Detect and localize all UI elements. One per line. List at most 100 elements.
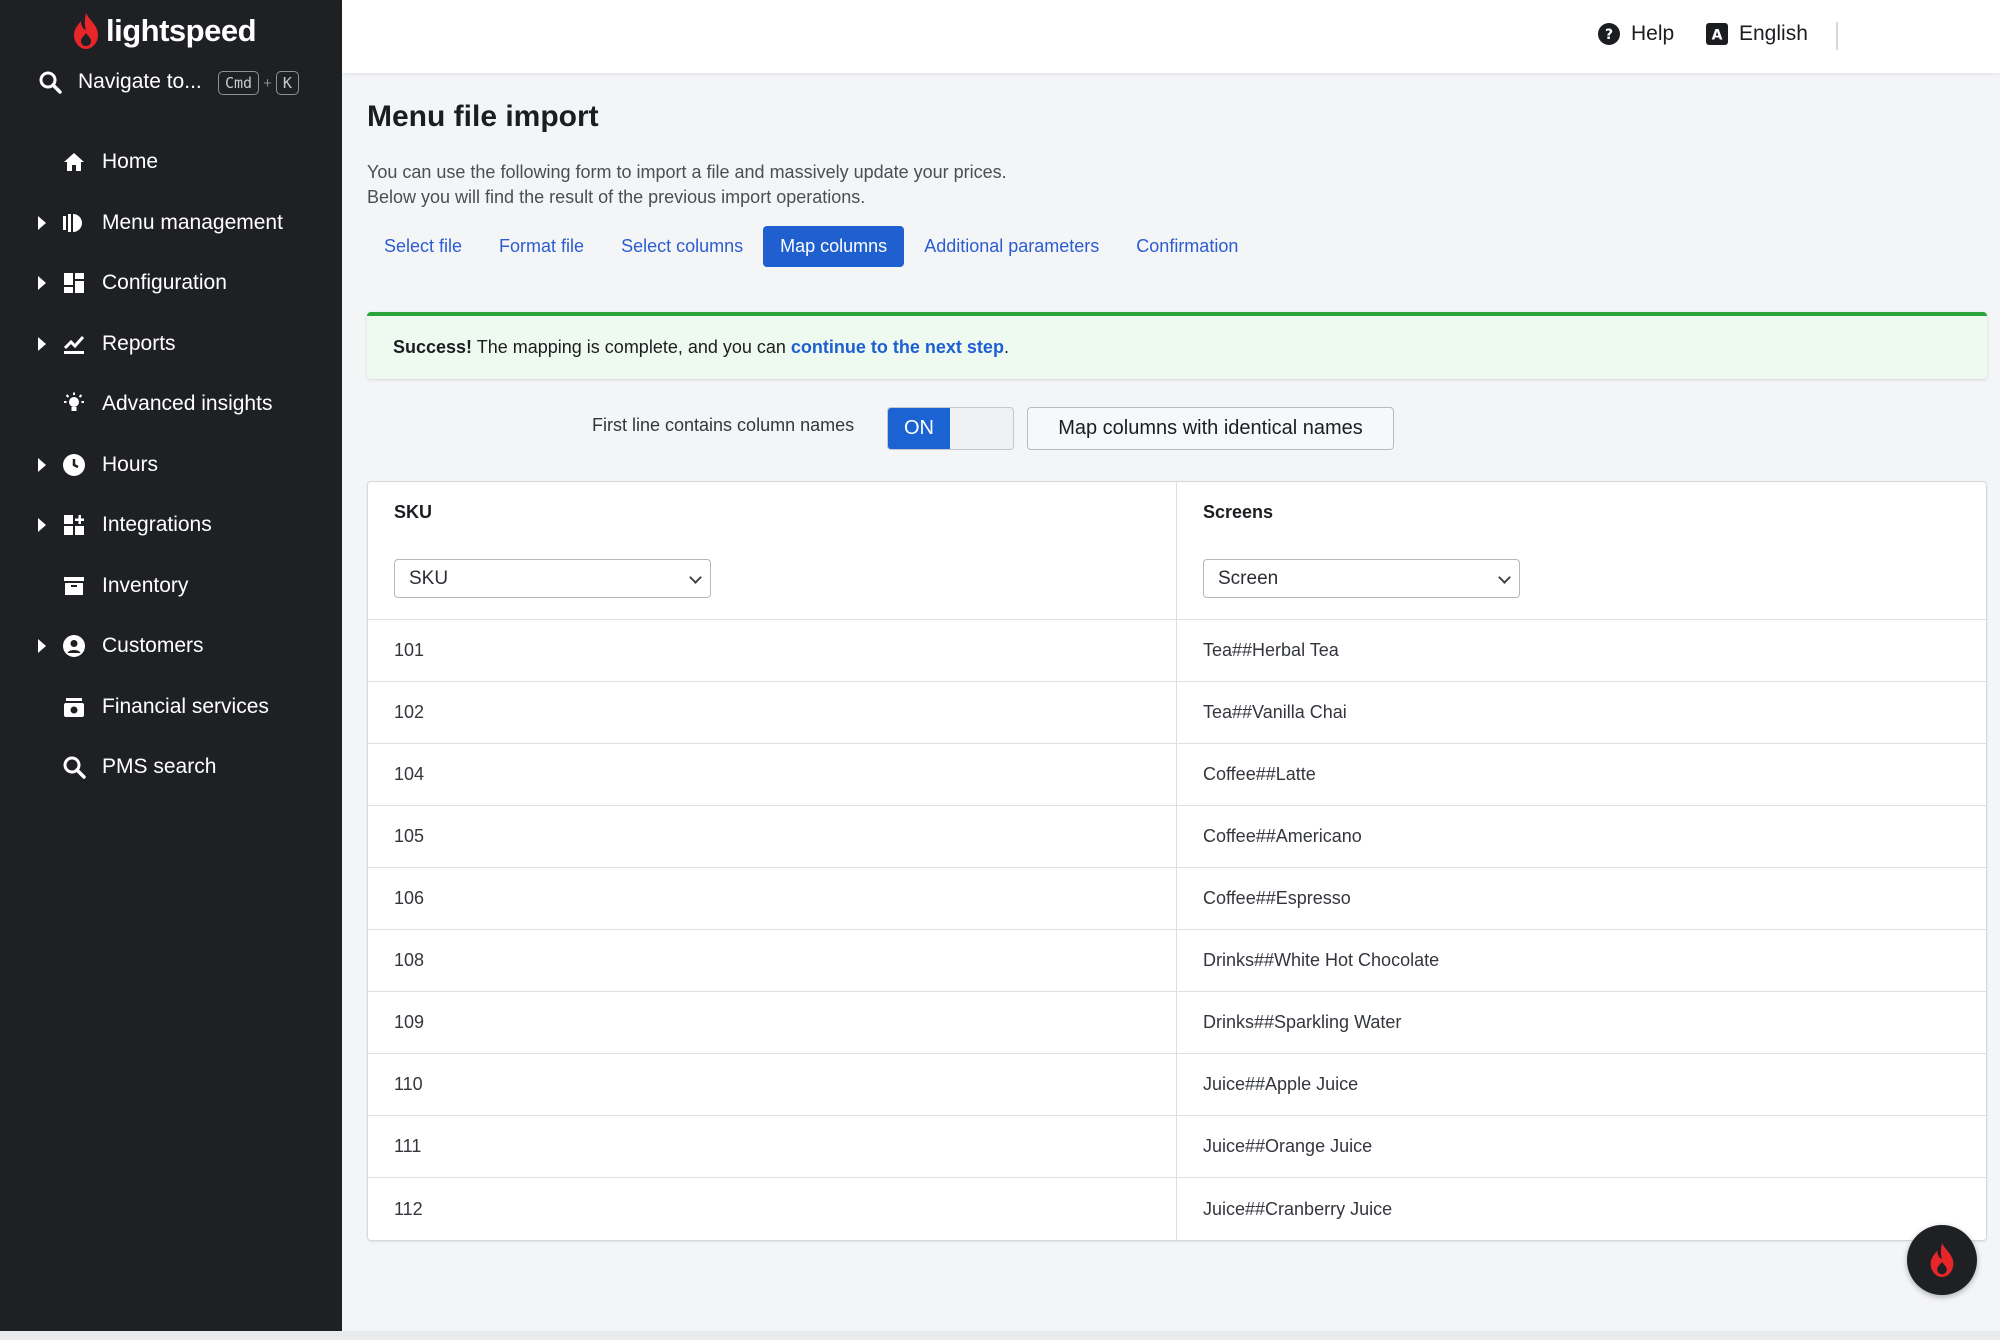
reports-icon (61, 331, 87, 357)
sidebar-item-label: Customers (102, 634, 204, 658)
chevron-down-icon (1498, 571, 1511, 584)
navigate-search[interactable]: Navigate to... Cmd + K (38, 70, 318, 95)
cash-register-icon (61, 694, 87, 720)
sidebar-item-label: Financial services (102, 694, 269, 718)
first-line-label: First line contains column names (592, 415, 855, 435)
select-value: Screen (1218, 568, 1279, 589)
help-label: Help (1631, 22, 1675, 45)
alert-text: The mapping is complete, and you can (472, 337, 791, 357)
table-row: 104 Coffee##Latte (368, 744, 1986, 806)
caret-right-icon (38, 336, 46, 351)
sidebar-item-financial-services[interactable]: Financial services (0, 677, 342, 738)
sidebar: lightspeed Navigate to... Cmd + K Home M… (0, 0, 342, 1331)
search-icon (39, 71, 62, 94)
integrations-icon (61, 512, 87, 538)
table-row: 105 Coffee##Americano (368, 806, 1986, 868)
table-row: 102 Tea##Vanilla Chai (368, 682, 1986, 744)
step-confirmation[interactable]: Confirmation (1119, 226, 1255, 267)
topbar-divider (1836, 22, 1838, 50)
sidebar-item-integrations[interactable]: Integrations (0, 495, 342, 556)
support-chat-button[interactable] (1907, 1225, 1977, 1295)
help-link[interactable]: ? Help (1597, 22, 1674, 46)
sidebar-item-home[interactable]: Home (0, 132, 342, 193)
table-cell: 109 (394, 1012, 425, 1032)
sidebar-item-configuration[interactable]: Configuration (0, 253, 342, 314)
language-switcher[interactable]: A English (1705, 22, 1808, 46)
sidebar-item-label: Integrations (102, 513, 212, 537)
brand-name: lightspeed (106, 13, 257, 48)
table-cell: Tea##Herbal Tea (1176, 620, 1986, 681)
next-step-link[interactable]: continue to the next step (791, 337, 1004, 357)
table-cell: 112 (394, 1198, 423, 1219)
step-select-file[interactable]: Select file (367, 226, 479, 267)
sidebar-item-hours[interactable]: Hours (0, 435, 342, 496)
sidebar-item-customers[interactable]: Customers (0, 616, 342, 677)
lightspeed-logo[interactable]: lightspeed (72, 12, 257, 50)
sidebar-item-label: Reports (102, 331, 176, 355)
kbd-plus: + (263, 74, 272, 92)
navigate-label: Navigate to... (78, 70, 202, 93)
success-alert: Success! The mapping is complete, and yo… (367, 312, 1987, 379)
table-cell: 104 (394, 764, 425, 784)
sidebar-item-label: Hours (102, 452, 159, 476)
sidebar-item-inventory[interactable]: Inventory (0, 556, 342, 617)
table-row: 112 Juice##Cranberry Juice (368, 1178, 1986, 1240)
sidebar-item-pms-search[interactable]: PMS search (0, 737, 342, 798)
bottom-strip (0, 1331, 2000, 1340)
table-cell: Drinks##Sparkling Water (1176, 992, 1986, 1053)
column-title: SKU (394, 502, 433, 522)
map-identical-names-button[interactable]: Map columns with identical names (1027, 407, 1394, 450)
sidebar-item-label: Home (102, 150, 159, 174)
column-mapping-select[interactable]: Screen (1203, 559, 1520, 598)
step-map-columns[interactable]: Map columns (763, 225, 905, 267)
alert-end: . (1003, 337, 1009, 357)
toggle-on-label: ON (888, 408, 950, 449)
svg-text:A: A (1712, 28, 1723, 44)
table-cell: 102 (394, 702, 425, 722)
caret-right-icon (38, 639, 46, 654)
mapping-options: First line contains column names ON Map … (367, 404, 1987, 450)
table-cell: Tea##Vanilla Chai (1176, 682, 1986, 743)
table-cell: 110 (394, 1074, 423, 1094)
table-row: 108 Drinks##White Hot Chocolate (368, 930, 1986, 992)
shortcut-hint: Cmd + K (218, 71, 299, 95)
sidebar-item-label: PMS search (102, 755, 217, 779)
caret-right-icon (38, 457, 46, 472)
language-label: English (1739, 22, 1808, 45)
sidebar-item-advanced-insights[interactable]: Advanced insights (0, 374, 342, 435)
table-cell: 101 (394, 640, 425, 660)
table-cell: Coffee##Espresso (1176, 868, 1986, 929)
configuration-icon (61, 270, 87, 296)
sidebar-item-label: Inventory (102, 573, 189, 597)
sidebar-item-label: Advanced insights (102, 392, 273, 416)
first-line-toggle[interactable]: ON (887, 407, 1014, 450)
column-mapping-select[interactable]: SKU (394, 559, 711, 598)
top-bar: ? Help A English (342, 0, 2000, 73)
table-header: SKU SKU Screens Screen (368, 482, 1986, 620)
step-select-columns[interactable]: Select columns (604, 226, 760, 267)
table-cell: Juice##Apple Juice (1176, 1054, 1986, 1115)
mapping-table: SKU SKU Screens Screen 101 Tea##Herbal Te… (367, 481, 1987, 1241)
main-content: Menu file import You can use the followi… (367, 100, 1987, 1241)
table-row: 106 Coffee##Espresso (368, 868, 1986, 930)
alert-strong: Success! (393, 337, 473, 357)
language-icon: A (1706, 23, 1728, 45)
sidebar-menu: Home Menu management Configuration Repor… (0, 132, 342, 798)
step-additional-parameters[interactable]: Additional parameters (907, 226, 1116, 267)
page-title: Menu file import (367, 100, 599, 133)
import-steps: Select file Format file Select columns M… (367, 224, 1987, 268)
sidebar-item-reports[interactable]: Reports (0, 314, 342, 375)
column-header: Screens Screen (1176, 482, 1986, 619)
description-line-1: You can use the following form to import… (367, 162, 1007, 182)
page-description: You can use the following form to import… (367, 160, 1987, 210)
step-format-file[interactable]: Format file (482, 226, 601, 267)
table-cell: 108 (394, 950, 425, 970)
svg-text:?: ? (1605, 27, 1613, 43)
sidebar-item-menu-management[interactable]: Menu management (0, 193, 342, 254)
table-cell: 106 (394, 888, 425, 908)
table-row: 109 Drinks##Sparkling Water (368, 992, 1986, 1054)
flame-icon (1930, 1242, 1954, 1278)
table-row: 110 Juice##Apple Juice (368, 1054, 1986, 1116)
table-row: 101 Tea##Herbal Tea (368, 620, 1986, 682)
table-cell: Juice##Cranberry Juice (1176, 1178, 1986, 1240)
